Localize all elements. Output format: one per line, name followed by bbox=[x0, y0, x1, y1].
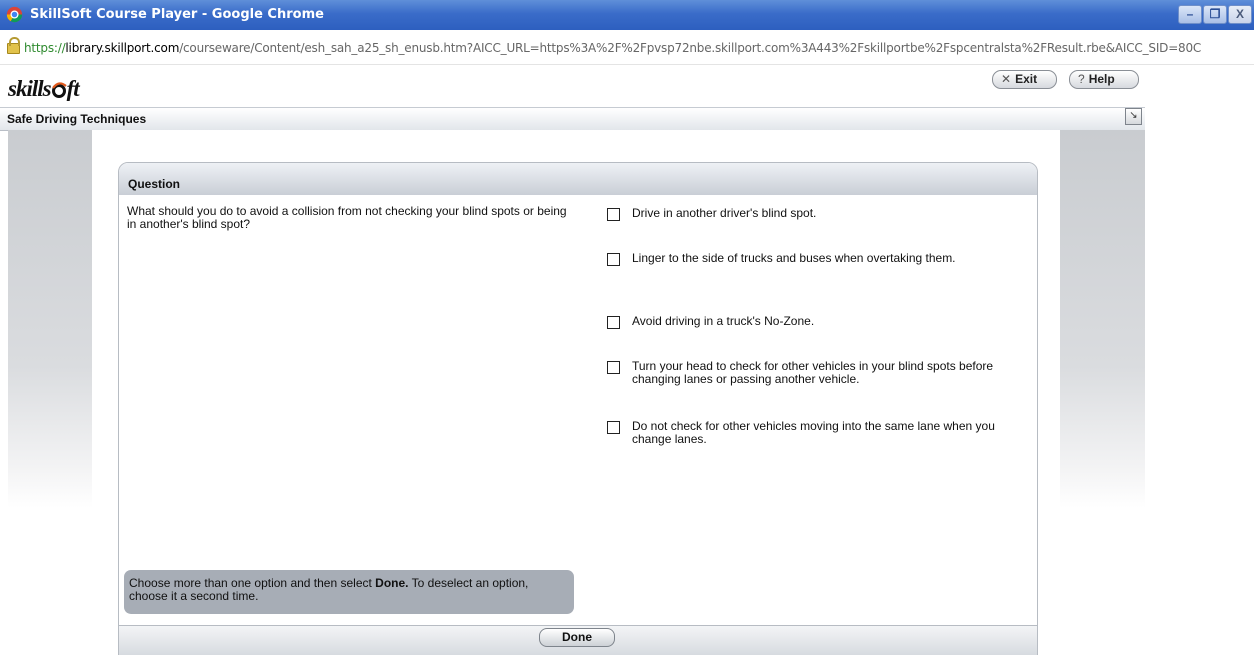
maximize-icon: ❐ bbox=[1209, 7, 1221, 21]
option-2-checkbox[interactable] bbox=[607, 253, 620, 266]
chrome-icon bbox=[6, 6, 23, 23]
minimize-button[interactable]: – bbox=[1178, 5, 1202, 24]
help-label: Help bbox=[1088, 72, 1115, 86]
exit-button[interactable]: ✕ Exit bbox=[992, 70, 1057, 89]
maximize-button[interactable]: ❐ bbox=[1203, 5, 1227, 24]
logo-text-right: ft bbox=[66, 76, 80, 101]
x-icon: ✕ bbox=[1001, 72, 1012, 86]
minimize-icon: – bbox=[1186, 7, 1194, 21]
window-title: SkillSoft Course Player - Google Chrome bbox=[30, 7, 324, 22]
url-text[interactable]: https://library.skillport.com/courseware… bbox=[24, 41, 1201, 55]
url-path: /courseware/Content/esh_sah_a25_sh_enusb… bbox=[179, 41, 1202, 55]
option-5-label[interactable]: Do not check for other vehicles moving i… bbox=[632, 420, 1022, 446]
option-1-label[interactable]: Drive in another driver's blind spot. bbox=[632, 207, 1022, 220]
question-text: What should you do to avoid a collision … bbox=[127, 204, 567, 231]
window-title-bar: SkillSoft Course Player - Google Chrome … bbox=[0, 0, 1254, 30]
lock-icon bbox=[7, 37, 20, 54]
option-4-label[interactable]: Turn your head to check for other vehicl… bbox=[632, 360, 1022, 386]
close-icon: X bbox=[1235, 7, 1244, 21]
skillsoft-logo: skills ft bbox=[8, 76, 80, 102]
expand-button[interactable]: ↘ bbox=[1125, 108, 1142, 125]
course-title-bar: Safe Driving Techniques bbox=[0, 107, 1145, 131]
url-host: library.skillport.com bbox=[65, 41, 180, 55]
course-title: Safe Driving Techniques bbox=[7, 112, 147, 126]
instruction-box: Choose more than one option and then sel… bbox=[124, 570, 574, 614]
option-3-checkbox[interactable] bbox=[607, 316, 620, 329]
expand-icon: ↘ bbox=[1129, 110, 1138, 121]
instruction-before: Choose more than one option and then sel… bbox=[129, 576, 376, 590]
option-4-checkbox[interactable] bbox=[607, 361, 620, 374]
option-3-label[interactable]: Avoid driving in a truck's No-Zone. bbox=[632, 315, 1022, 328]
instruction-text: Choose more than one option and then sel… bbox=[129, 577, 569, 603]
instruction-bold: Done. bbox=[375, 576, 409, 590]
option-1-checkbox[interactable] bbox=[607, 208, 620, 221]
question-icon: ? bbox=[1078, 72, 1085, 86]
option-2-label[interactable]: Linger to the side of trucks and buses w… bbox=[632, 252, 1022, 265]
question-header: Question bbox=[119, 163, 1037, 195]
logo-o-icon bbox=[51, 82, 67, 98]
logo-text-left: skills bbox=[8, 76, 52, 101]
done-button[interactable]: Done bbox=[539, 628, 615, 647]
close-button[interactable]: X bbox=[1228, 5, 1252, 24]
exit-label: Exit bbox=[1015, 72, 1038, 86]
help-button[interactable]: ? Help bbox=[1069, 70, 1139, 89]
question-header-label: Question bbox=[128, 177, 181, 191]
option-5-checkbox[interactable] bbox=[607, 421, 620, 434]
address-bar[interactable]: https://library.skillport.com/courseware… bbox=[0, 30, 1254, 65]
url-scheme: https:// bbox=[24, 41, 66, 55]
